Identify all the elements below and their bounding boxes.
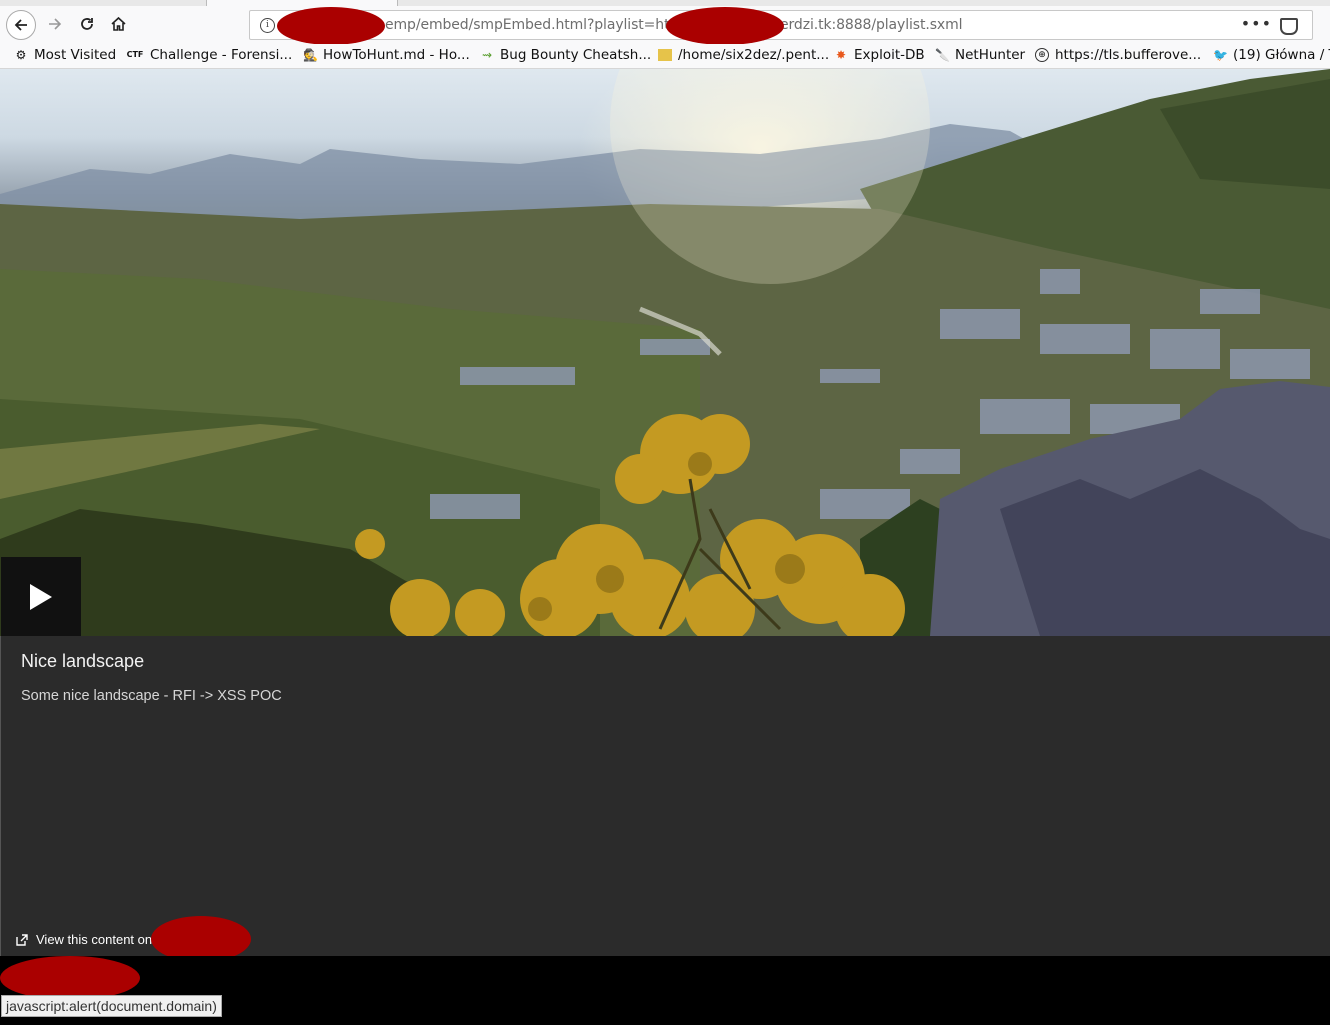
redaction-mark [666, 7, 784, 45]
pocket-icon[interactable] [1280, 18, 1298, 35]
reload-button[interactable] [72, 9, 102, 39]
bookmark-label: HowToHunt.md - Ho... [323, 47, 470, 63]
video-info-panel: Nice landscape Some nice landscape - RFI… [0, 636, 1330, 962]
video-description: Some nice landscape - RFI -> XSS POC [21, 688, 282, 704]
bookmark-label: Most Visited [34, 47, 117, 63]
bookmark-label: https://tls.bufferove... [1055, 47, 1202, 63]
play-button[interactable] [1, 557, 81, 636]
home-icon [110, 16, 126, 31]
back-button[interactable] [6, 10, 36, 40]
globe-icon: ⊕ [1035, 48, 1049, 62]
bookmark-label: (19) Główna / T [1233, 47, 1330, 63]
bookmark-tls-bufferover[interactable]: ⊕ https://tls.bufferove... [1035, 47, 1201, 63]
video-title: Nice landscape [21, 651, 145, 671]
hacker-icon: 🕵 [303, 48, 318, 62]
video-thumbnail [0, 69, 1330, 636]
knife-icon: 🔪 [935, 48, 950, 62]
bookmark-nethunter[interactable]: 🔪 NetHunter [935, 47, 1025, 63]
bookmark-challenge[interactable]: CTF Challenge - Forensi... [126, 47, 293, 63]
link-status-bar: javascript:alert(document.domain) [1, 995, 222, 1017]
twitter-icon: 🐦 [1213, 48, 1228, 62]
external-link-icon [16, 933, 28, 946]
gear-icon: ⚙ [15, 48, 27, 62]
bookmark-home-file[interactable]: /home/six2dez/.pent... [658, 47, 829, 63]
bookmark-twitter[interactable]: 🐦 (19) Główna / T [1213, 47, 1330, 63]
page-actions-menu[interactable]: ••• [1241, 14, 1272, 33]
info-icon[interactable]: i [260, 18, 275, 33]
image-icon [658, 49, 672, 61]
ctf-icon: CTF [126, 50, 144, 59]
bookmark-most-visited[interactable]: ⚙ Most Visited [14, 47, 117, 63]
arrow-left-icon [14, 19, 27, 31]
redaction-mark [0, 956, 140, 1000]
view-content-label: View this content on [36, 932, 153, 947]
bookmark-bug-bounty[interactable]: ⇝ Bug Bounty Cheatsh... [480, 47, 651, 63]
play-icon [30, 583, 52, 610]
reload-icon [81, 18, 93, 30]
bookmark-label: NetHunter [955, 47, 1026, 63]
bookmark-label: Challenge - Forensi... [150, 47, 293, 63]
bookmark-label: /home/six2dez/.pent... [678, 47, 830, 63]
url-bar[interactable]: i emp/embed/smpEmbed.html?playlist=http … [249, 7, 1313, 45]
exploit-icon: ✸ [835, 48, 847, 62]
bookmark-howtohunt[interactable]: 🕵 HowToHunt.md - Ho... [303, 47, 470, 63]
bookmark-exploit-db[interactable]: ✸ Exploit-DB [834, 47, 925, 63]
home-button[interactable] [103, 9, 133, 39]
nav-bar: i emp/embed/smpEmbed.html?playlist=http … [0, 6, 1330, 45]
bookmark-label: Bug Bounty Cheatsh... [500, 47, 652, 63]
video-player[interactable] [0, 69, 1330, 636]
url-visible-part1: emp/embed/smpEmbed.html?playlist=http [385, 17, 684, 33]
url-visible-part2: erdzi.tk:8888/playlist.sxml [780, 17, 963, 33]
arrow-right-icon [49, 18, 62, 30]
bookmark-label: Exploit-DB [854, 47, 925, 63]
bug-icon: ⇝ [481, 48, 493, 62]
bookmarks-toolbar: ⚙ Most Visited CTF Challenge - Forensi..… [0, 44, 1330, 69]
redaction-mark [277, 7, 385, 45]
forward-button[interactable] [40, 9, 70, 39]
view-content-link[interactable]: View this content on [16, 932, 152, 947]
